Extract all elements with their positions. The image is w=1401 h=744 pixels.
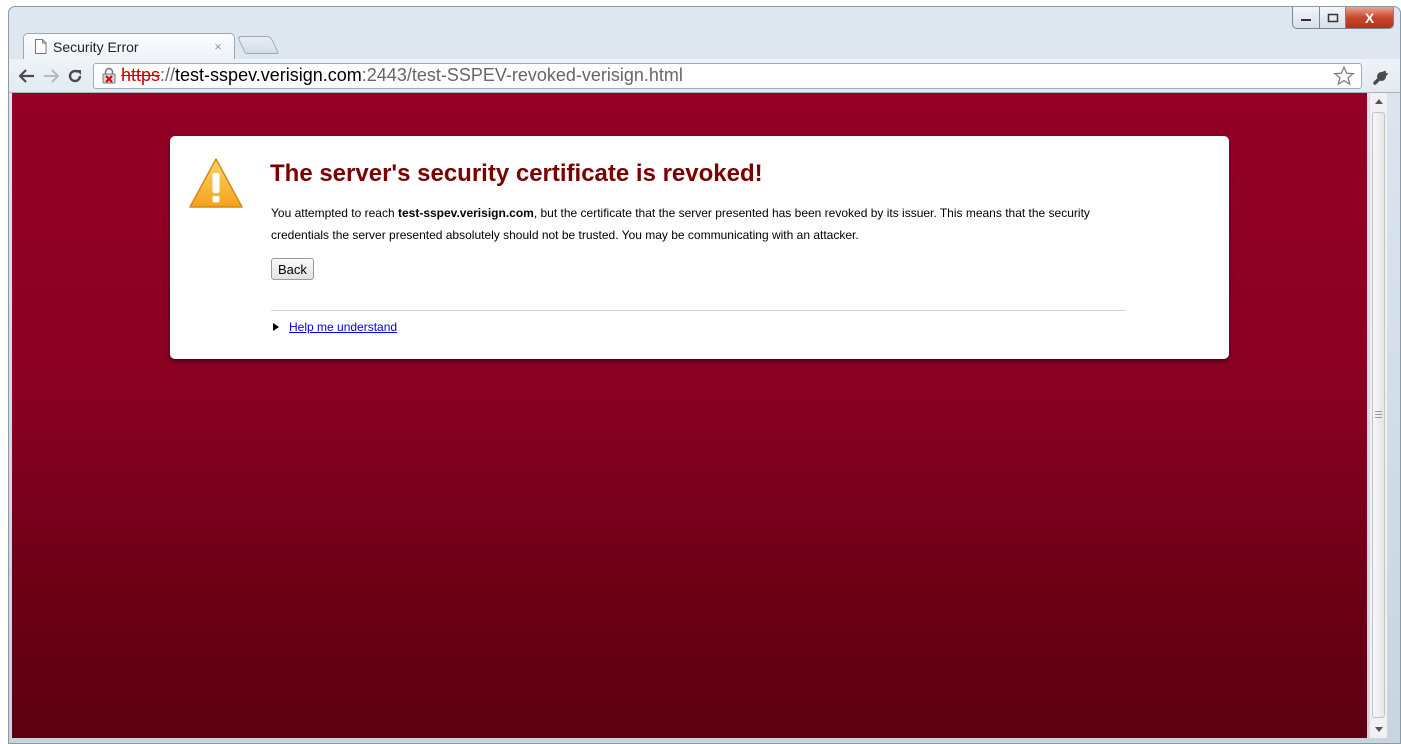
desc-host: test-sspev.verisign.com [397,206,534,220]
scroll-up-arrow-icon [1374,99,1383,104]
tab-strip: Security Error × X [9,7,1400,59]
error-description: You attempted to reach test-sspev.verisi… [271,202,1151,246]
url-separator: :// [160,65,176,85]
expand-triangle-icon[interactable] [273,323,279,331]
minimize-button[interactable] [1292,7,1320,29]
close-icon: X [1364,9,1375,26]
url-path: :2443/test-SSPEV-revoked-verisign.html [361,65,683,85]
help-me-understand-link[interactable]: Help me understand [289,320,397,334]
page-content: The server's security certificate is rev… [12,93,1367,738]
wrench-icon[interactable] [1370,64,1394,88]
tab-title: Security Error [53,38,139,55]
new-tab-button[interactable] [236,36,280,54]
window-controls: X [1292,7,1394,29]
back-nav-button[interactable] [15,64,39,88]
reload-icon [68,69,82,82]
minimize-icon [1301,18,1311,21]
help-row[interactable]: Help me understand [273,320,397,334]
toolbar: https://test-sspev.verisign.com:2443/tes… [9,59,1400,93]
vertical-scrollbar[interactable] [1369,93,1387,738]
arrow-left-icon [19,68,34,83]
broken-lock-icon [102,67,116,83]
scrollbar-thumb[interactable] [1372,112,1385,718]
tab-security-error[interactable]: Security Error × [23,33,235,59]
back-button[interactable]: Back [271,258,314,280]
error-title: The server's security certificate is rev… [270,160,763,187]
star-icon[interactable] [1333,64,1355,87]
divider [271,310,1126,311]
maximize-button[interactable] [1320,7,1346,29]
tab-close-icon[interactable]: × [210,39,226,54]
close-window-button[interactable]: X [1346,7,1394,29]
scroll-down-arrow-icon [1374,727,1383,732]
grip-icon [1375,411,1382,418]
maximize-icon [1327,13,1338,22]
reload-button[interactable] [63,64,87,88]
arrow-right-icon [44,68,59,83]
url-scheme: https [121,65,161,85]
address-bar[interactable]: https://test-sspev.verisign.com:2443/tes… [93,62,1362,89]
desc-prefix: You attempted to reach [271,206,398,220]
scroll-down-icon[interactable] [1370,721,1387,738]
warning-icon [189,158,243,208]
scroll-up-icon[interactable] [1370,93,1387,110]
page-icon [35,39,47,54]
forward-nav-button[interactable] [39,64,63,88]
url-host: test-sspev.verisign.com [175,65,362,85]
error-card: The server's security certificate is rev… [170,136,1229,359]
